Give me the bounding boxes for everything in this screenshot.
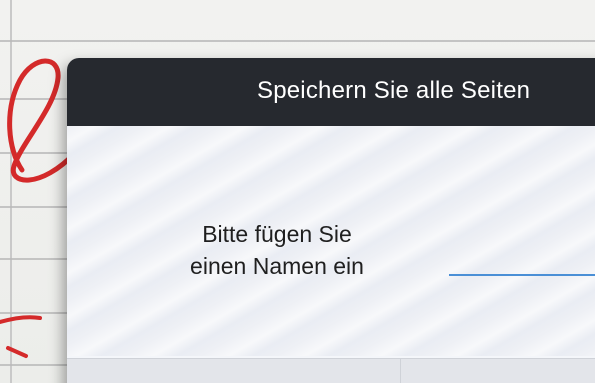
name-prompt-line-2: einen Namen ein bbox=[190, 253, 364, 279]
paper-rule-line bbox=[0, 40, 595, 42]
name-prompt-label: Bitte fügen Sie einen Namen ein bbox=[157, 218, 397, 282]
dialog-footer bbox=[67, 358, 595, 383]
dialog-header: Speichern Sie alle Seiten bbox=[67, 58, 595, 126]
dialog-action-button-right[interactable] bbox=[401, 359, 595, 383]
dialog-action-button-left[interactable] bbox=[67, 359, 401, 383]
screen: Speichern Sie alle Seiten Bitte fügen Si… bbox=[0, 0, 595, 383]
save-all-pages-dialog: Speichern Sie alle Seiten Bitte fügen Si… bbox=[67, 58, 595, 383]
dialog-title: Speichern Sie alle Seiten bbox=[257, 77, 531, 104]
name-prompt-line-1: Bitte fügen Sie bbox=[202, 221, 352, 247]
file-name-input[interactable] bbox=[449, 244, 595, 276]
